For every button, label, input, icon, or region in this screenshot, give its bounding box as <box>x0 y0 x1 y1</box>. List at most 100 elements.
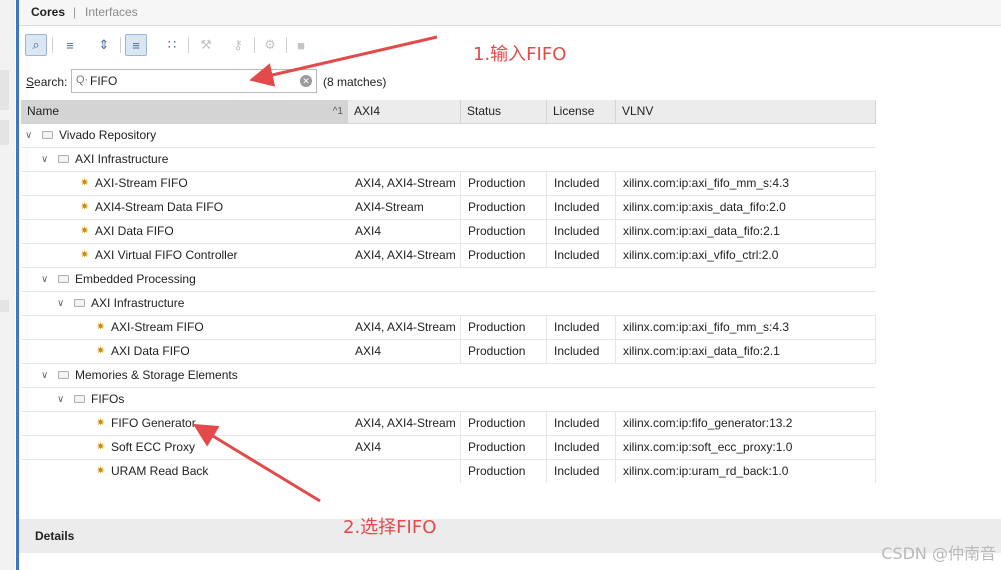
chevron-down-icon[interactable]: ∨ <box>25 124 32 147</box>
tab-interfaces[interactable]: Interfaces <box>85 5 138 19</box>
hierarchy-icon[interactable]: ≡ <box>125 34 147 56</box>
table-row[interactable]: ✷ AXI-Stream FIFO AXI4, AXI4-Stream Product… <box>21 316 876 340</box>
vlnv-cell <box>616 364 876 387</box>
gear-icon: ⚙ <box>264 37 276 52</box>
status-cell <box>461 292 547 315</box>
name-cell: ∨ Memories & Storage Elements <box>21 364 348 387</box>
chevron-down-icon[interactable]: ∨ <box>41 364 48 387</box>
license-cell: Included <box>547 172 616 195</box>
vlnv-cell: xilinx.com:ip:axi_vfifo_ctrl:2.0 <box>616 244 876 267</box>
table-row[interactable]: ✷ AXI Data FIFO AXI4 Production Included xili… <box>21 340 876 364</box>
tree-folder-row[interactable]: ∨ Vivado Repository <box>21 124 876 148</box>
axi-cell: AXI4 <box>348 436 461 459</box>
ip-catalog-panel: Cores | Interfaces ⌕ ≡ ⇕ ≡ ∷ ⚒ ⚷ ⚙ ■ Search: Q· … <box>19 0 1001 570</box>
details-title: Details <box>35 529 75 543</box>
axi-cell: AXI4 <box>348 340 461 363</box>
table-row[interactable]: ✷ AXI-Stream FIFO AXI4, AXI4-Stream Product… <box>21 172 876 196</box>
chevron-down-icon[interactable]: ∨ <box>57 292 64 315</box>
toolbar-separator <box>52 37 53 53</box>
vlnv-cell <box>616 388 876 411</box>
toolbar-separator <box>286 37 287 53</box>
name-cell: ✷ AXI Data FIFO <box>21 220 348 243</box>
name-cell: ∨ AXI Infrastructure <box>21 292 348 315</box>
license-cell <box>547 148 616 171</box>
column-header-axi[interactable]: AXI4 <box>348 100 461 123</box>
axi-cell <box>348 292 461 315</box>
tree-folder-row[interactable]: ∨ AXI Infrastructure <box>21 292 876 316</box>
tree-view-icon[interactable]: ∷ <box>161 34 183 56</box>
axi-cell <box>348 148 461 171</box>
core-name: AXI Data FIFO <box>111 344 190 358</box>
axi-cell: AXI4, AXI4-Stream <box>348 244 461 267</box>
table-row[interactable]: ✷ AXI4-Stream Data FIFO AXI4-Stream Product… <box>21 196 876 220</box>
folder-icon <box>58 155 69 163</box>
axi-cell: AXI4 <box>348 220 461 243</box>
status-cell: Production <box>461 412 547 435</box>
status-cell <box>461 364 547 387</box>
match-count: (8 matches) <box>323 75 387 89</box>
status-cell <box>461 388 547 411</box>
ip-core-icon: ✷ <box>96 345 106 357</box>
table-row[interactable]: ✷ AXI Data FIFO AXI4 Production Included xili… <box>21 220 876 244</box>
status-cell: Production <box>461 340 547 363</box>
search-field[interactable]: Q· ✕ <box>71 69 317 93</box>
table-row[interactable]: ✷ FIFO Generator AXI4, AXI4-Stream Producti… <box>21 412 876 436</box>
status-cell <box>461 268 547 291</box>
chevron-down-icon[interactable]: ∨ <box>41 148 48 171</box>
column-header-license[interactable]: License <box>547 100 616 123</box>
vlnv-cell <box>616 124 876 147</box>
expand-all-icon[interactable]: ⇕ <box>93 34 115 56</box>
folder-label: FIFOs <box>91 392 125 406</box>
folder-icon <box>58 371 69 379</box>
column-header-name[interactable]: Name ^1 <box>21 100 348 123</box>
tree-folder-row[interactable]: ∨ Embedded Processing <box>21 268 876 292</box>
folder-label: Vivado Repository <box>59 128 157 142</box>
table-row[interactable]: ✷ AXI Virtual FIFO Controller AXI4, AXI4-S… <box>21 244 876 268</box>
license-cell <box>547 364 616 387</box>
table-row[interactable]: ✷ Soft ECC Proxy AXI4 Production Included xil… <box>21 436 876 460</box>
status-cell: Production <box>461 460 547 483</box>
left-strip-block <box>0 120 9 145</box>
folder-label: AXI Infrastructure <box>91 296 185 310</box>
axi-cell: AXI4, AXI4-Stream <box>348 412 461 435</box>
tree-folder-row[interactable]: ∨ FIFOs <box>21 388 876 412</box>
tree-folder-row[interactable]: ∨ Memories & Storage Elements <box>21 364 876 388</box>
name-cell: ✷ URAM Read Back <box>21 460 348 483</box>
folder-label: Memories & Storage Elements <box>75 368 238 382</box>
search-icon: Q· <box>76 74 89 86</box>
core-name: AXI-Stream FIFO <box>95 176 188 190</box>
column-header-status[interactable]: Status <box>461 100 547 123</box>
tree-folder-row[interactable]: ∨ AXI Infrastructure <box>21 148 876 172</box>
axi-cell <box>348 460 461 483</box>
vlnv-cell <box>616 148 876 171</box>
annotation-step-2: 2.选择FIFO <box>343 517 437 538</box>
license-cell <box>547 124 616 147</box>
search-input[interactable] <box>90 72 290 90</box>
table-row[interactable]: ✷ URAM Read Back Production Included xilinx.… <box>21 460 876 484</box>
tab-cores[interactable]: Cores <box>31 5 65 19</box>
license-cell <box>547 268 616 291</box>
column-header-vlnv[interactable]: VLNV <box>616 100 876 123</box>
chevron-down-icon[interactable]: ∨ <box>41 268 48 291</box>
ip-core-icon: ✷ <box>96 321 106 333</box>
annotation-step-1: 1.输入FIFO <box>473 44 567 65</box>
search-icon[interactable]: ⌕ <box>25 34 47 56</box>
status-cell <box>461 148 547 171</box>
name-cell: ✷ AXI4-Stream Data FIFO <box>21 196 348 219</box>
ip-core-icon: ✷ <box>80 177 90 189</box>
vlnv-cell: xilinx.com:ip:axi_fifo_mm_s:4.3 <box>616 172 876 195</box>
status-cell: Production <box>461 244 547 267</box>
vlnv-cell: xilinx.com:ip:axi_data_fifo:2.1 <box>616 220 876 243</box>
clear-search-icon[interactable]: ✕ <box>300 75 312 87</box>
collapse-all-icon[interactable]: ≡ <box>59 34 81 56</box>
core-name: FIFO Generator <box>111 416 196 430</box>
ip-core-icon: ✷ <box>96 441 106 453</box>
ip-core-icon: ✷ <box>80 201 90 213</box>
chevron-down-icon[interactable]: ∨ <box>57 388 64 411</box>
folder-icon <box>74 299 85 307</box>
left-strip-block <box>0 70 9 110</box>
cores-table: Name ^1 AXI4 Status License VLNV ∨ Vivado… <box>21 100 876 484</box>
table-empty-area <box>19 483 1001 519</box>
vlnv-cell: xilinx.com:ip:axi_fifo_mm_s:4.3 <box>616 316 876 339</box>
status-cell <box>461 124 547 147</box>
